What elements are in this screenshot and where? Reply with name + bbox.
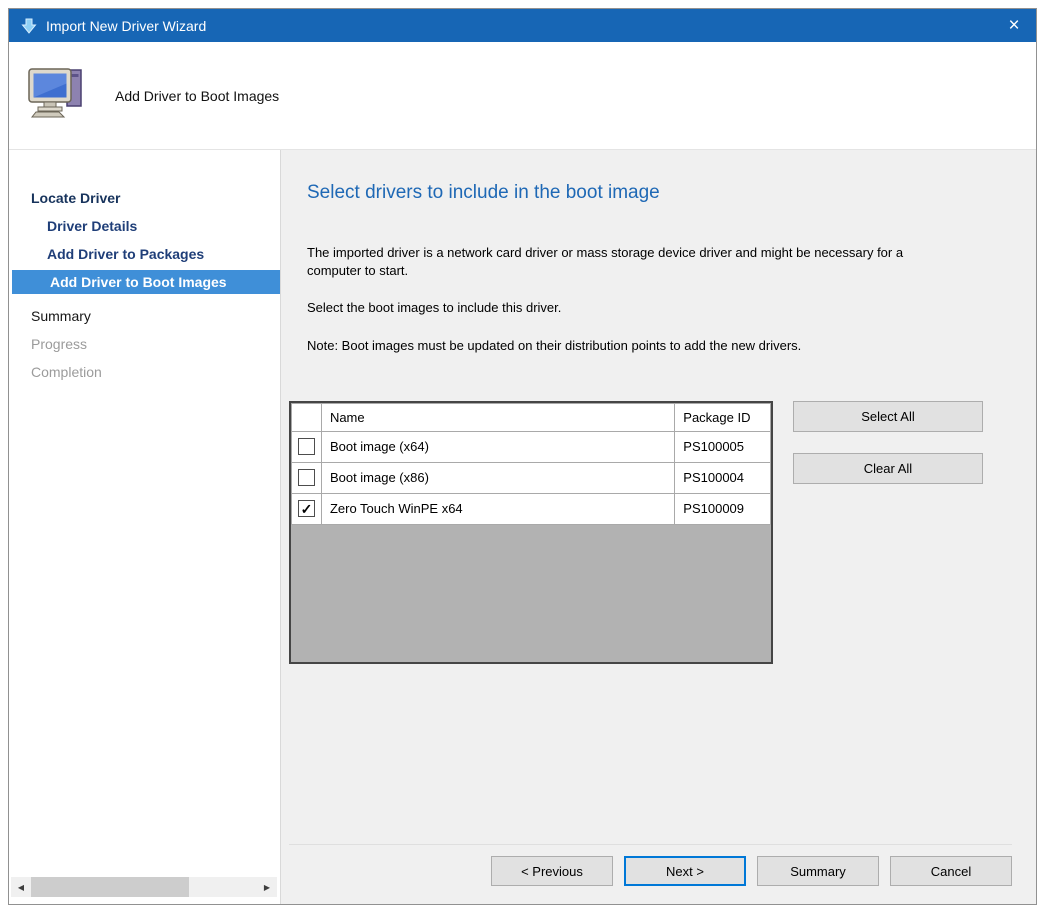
- boot-images-table: Name Package ID Boot image (x64) PS10000…: [289, 401, 773, 664]
- page-step-title: Add Driver to Boot Images: [115, 88, 279, 104]
- row-name: Zero Touch WinPE x64: [321, 493, 674, 524]
- description-text: The imported driver is a network card dr…: [307, 244, 907, 280]
- name-column-header: Name: [321, 403, 674, 431]
- sidebar-item-add-driver-to-boot-images[interactable]: Add Driver to Boot Images: [12, 270, 280, 294]
- sidebar-item-progress: Progress: [9, 332, 280, 356]
- next-button[interactable]: Next >: [624, 856, 746, 886]
- scroll-left-icon[interactable]: ◀: [11, 877, 31, 897]
- checkbox-column-header: [292, 403, 322, 431]
- main-content: Select drivers to include in the boot im…: [281, 150, 1036, 844]
- sidebar-item-summary: Summary: [9, 304, 280, 328]
- row-name: Boot image (x64): [321, 431, 674, 462]
- previous-button[interactable]: < Previous: [491, 856, 613, 886]
- wizard-header: Add Driver to Boot Images: [9, 42, 1036, 150]
- row-checkbox[interactable]: [298, 469, 315, 486]
- row-package-id: PS100009: [675, 493, 771, 524]
- sidebar-item-add-driver-to-packages[interactable]: Add Driver to Packages: [9, 242, 280, 266]
- page-title: Select drivers to include in the boot im…: [307, 182, 1020, 204]
- title-bar: Import New Driver Wizard ×: [9, 9, 1036, 42]
- row-package-id: PS100004: [675, 462, 771, 493]
- main-panel: Select drivers to include in the boot im…: [281, 150, 1036, 904]
- sidebar-item-locate-driver[interactable]: Locate Driver: [9, 186, 280, 210]
- sidebar-item-driver-details[interactable]: Driver Details: [9, 214, 280, 238]
- sidebar-item-completion: Completion: [9, 360, 280, 384]
- table-header-row: Name Package ID: [292, 403, 771, 431]
- row-package-id: PS100005: [675, 431, 771, 462]
- import-driver-icon: [21, 18, 37, 34]
- row-name: Boot image (x86): [321, 462, 674, 493]
- scrollbar-thumb[interactable]: [31, 877, 189, 897]
- computer-icon: [27, 67, 87, 124]
- cancel-button[interactable]: Cancel: [890, 856, 1012, 886]
- summary-button[interactable]: Summary: [757, 856, 879, 886]
- select-all-button[interactable]: Select All: [793, 401, 983, 432]
- horizontal-scrollbar[interactable]: ◀ ▶: [11, 877, 277, 897]
- package-id-column-header: Package ID: [675, 403, 771, 431]
- note-text: Note: Boot images must be updated on the…: [307, 337, 907, 355]
- clear-all-button[interactable]: Clear All: [793, 453, 983, 484]
- scrollbar-track[interactable]: [189, 877, 257, 897]
- selection-buttons: Select All Clear All: [793, 401, 983, 664]
- wizard-footer: < Previous Next > Summary Cancel: [289, 844, 1012, 904]
- table-row[interactable]: Boot image (x64) PS100005: [292, 431, 771, 462]
- wizard-window: Import New Driver Wizard × Add Driver to…: [8, 8, 1037, 905]
- wizard-steps-sidebar: Locate Driver Driver Details Add Driver …: [9, 150, 281, 904]
- scroll-right-icon[interactable]: ▶: [257, 877, 277, 897]
- instruction-text: Select the boot images to include this d…: [307, 299, 907, 317]
- table-row[interactable]: ✓ Zero Touch WinPE x64 PS100009: [292, 493, 771, 524]
- table-row[interactable]: Boot image (x86) PS100004: [292, 462, 771, 493]
- window-title: Import New Driver Wizard: [46, 18, 206, 34]
- row-checkbox[interactable]: ✓: [298, 500, 315, 517]
- close-icon[interactable]: ×: [992, 9, 1036, 42]
- row-checkbox[interactable]: [298, 438, 315, 455]
